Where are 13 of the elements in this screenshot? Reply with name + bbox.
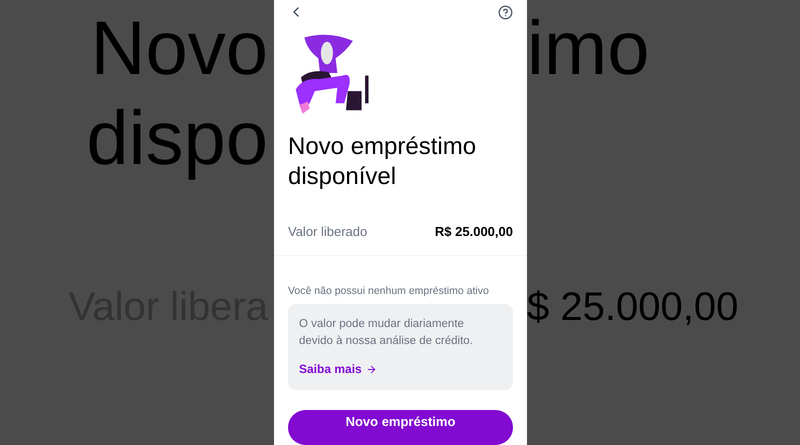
info-text: O valor pode mudar diariamente devido à nossa análise de crédito. (299, 317, 474, 350)
amount-label: Valor liberado (288, 222, 368, 241)
background-title-text: dispo (86, 95, 268, 183)
background-value-text: $ 25.000,00 (527, 284, 738, 331)
amount-value: R$ 25.000,00 (434, 222, 513, 241)
background-title-text: imo (527, 5, 650, 93)
status-text: Você não possui nenhum empréstimo ativo (288, 284, 490, 300)
help-icon[interactable] (498, 4, 513, 20)
learn-more-link[interactable]: Saiba mais (299, 360, 502, 378)
page-title: Novo empréstimo disponível (288, 132, 478, 192)
background-title-text: Novo (90, 5, 268, 93)
arrow-right-icon (366, 364, 377, 375)
new-loan-button[interactable]: Novo empréstimo (288, 410, 513, 445)
